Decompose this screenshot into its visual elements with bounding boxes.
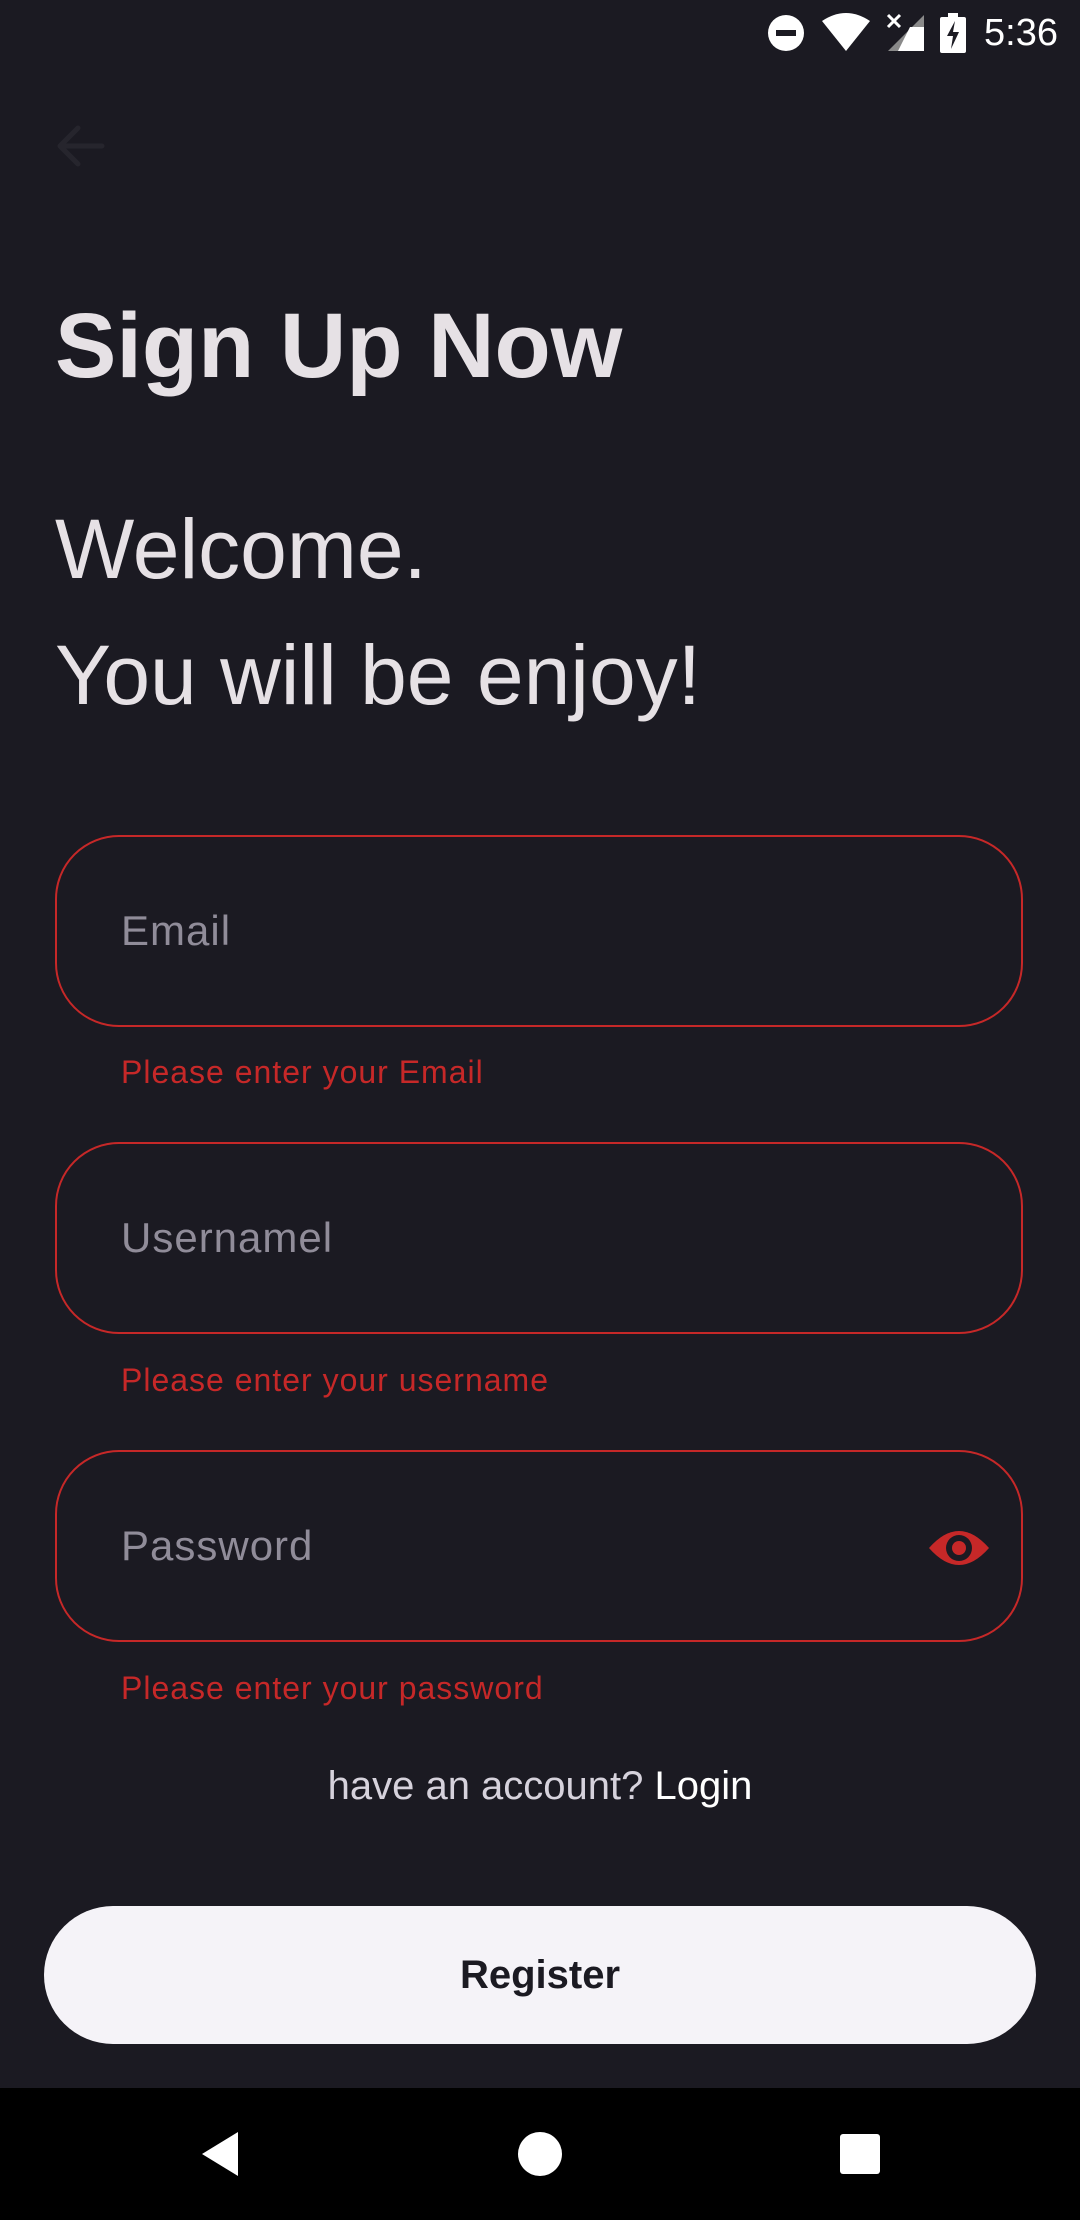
status-icons: 5:36 (766, 10, 1058, 56)
email-field-container (55, 835, 1023, 1027)
back-triangle-icon (202, 2132, 238, 2176)
welcome-text: Welcome. You will be enjoy! (55, 486, 701, 738)
login-link[interactable]: Login (655, 1764, 753, 1808)
nav-home-button[interactable] (514, 2128, 566, 2180)
password-error-text: Please enter your password (121, 1670, 544, 1706)
home-circle-icon (518, 2132, 562, 2176)
recents-square-icon (840, 2134, 880, 2174)
welcome-line-2: You will be enjoy! (55, 628, 701, 722)
page-title: Sign Up Now (55, 295, 623, 397)
do-not-disturb-icon (768, 15, 805, 51)
email-error-text: Please enter your Email (121, 1054, 484, 1090)
register-button[interactable]: Register (44, 1906, 1036, 2044)
eye-icon (929, 1531, 989, 1565)
username-field-container (55, 1142, 1023, 1334)
status-bar: 5:36 (0, 0, 1080, 66)
welcome-line-1: Welcome. (55, 502, 427, 596)
nav-recents-button[interactable] (834, 2128, 886, 2180)
login-prompt: have an account? (327, 1764, 644, 1808)
back-button[interactable] (52, 118, 108, 174)
username-field[interactable] (121, 1144, 881, 1332)
login-prompt-line: have an account? Login (0, 1764, 1080, 1809)
cell-signal-off-icon (886, 13, 925, 51)
password-visibility-toggle[interactable] (927, 1518, 991, 1578)
email-field[interactable] (121, 837, 881, 1025)
nav-back-button[interactable] (196, 2128, 248, 2180)
password-field-container (55, 1450, 1023, 1642)
status-time: 5:36 (984, 11, 1058, 54)
wifi-icon (822, 13, 871, 51)
arrow-left-icon (57, 125, 105, 167)
password-field[interactable] (121, 1452, 881, 1640)
battery-charging-icon (940, 13, 967, 53)
username-error-text: Please enter your username (121, 1362, 549, 1398)
navigation-bar (0, 2088, 1080, 2220)
